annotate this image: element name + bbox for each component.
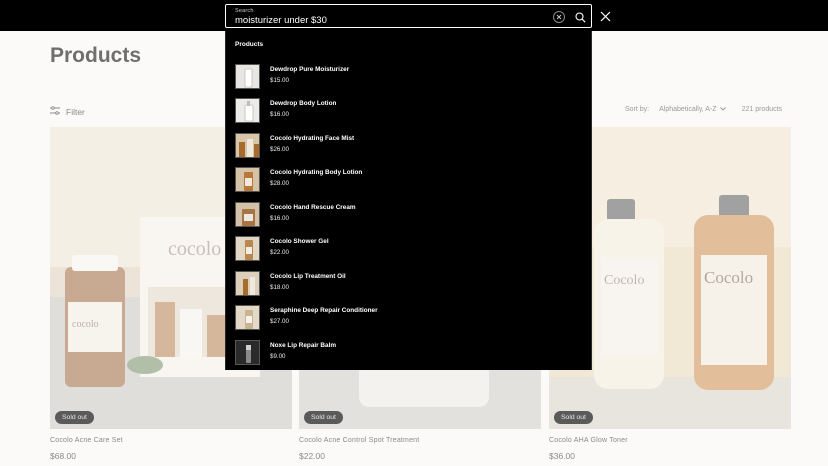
result-price: $26.00: [270, 146, 289, 153]
result-price: $9.00: [270, 353, 286, 360]
result-price: $27.00: [270, 318, 289, 325]
result-thumbnail: [235, 64, 260, 89]
result-item[interactable]: Cocolo Hydrating Body Lotion $28.00: [235, 167, 575, 194]
result-price: $28.00: [270, 180, 289, 187]
product-name[interactable]: Cocolo Acne Control Spot Treatment: [299, 437, 541, 444]
result-item[interactable]: Dewdrop Body Lotion $16.00: [235, 98, 575, 125]
result-item[interactable]: Cocolo Hand Rescue Cream $16.00: [235, 202, 575, 229]
results-heading: Products: [235, 41, 264, 48]
chevron-down-icon[interactable]: [719, 106, 726, 113]
filter-icon: [50, 106, 60, 117]
result-price: $15.00: [270, 77, 289, 84]
result-price: $22.00: [270, 249, 289, 256]
result-item[interactable]: Noxe Lip Repair Balm $9.00: [235, 340, 575, 367]
result-name: Cocolo Hydrating Body Lotion: [270, 169, 363, 176]
result-thumbnail: [235, 305, 260, 330]
result-thumbnail: [235, 236, 260, 261]
result-name: Seraphine Deep Repair Conditioner: [270, 307, 378, 314]
filter-button[interactable]: Filter: [50, 106, 85, 117]
result-thumbnail: [235, 98, 260, 123]
result-item[interactable]: Cocolo Hydrating Face Mist $26.00: [235, 133, 575, 160]
result-item[interactable]: Seraphine Deep Repair Conditioner $27.00: [235, 305, 575, 332]
product-name[interactable]: Cocolo AHA Glow Toner: [549, 437, 791, 444]
search-header: Search: [0, 0, 828, 31]
result-name: Cocolo Hand Rescue Cream: [270, 204, 356, 211]
status-badge: Sold out: [554, 411, 593, 424]
result-item[interactable]: Cocolo Lip Treatment Oil $18.00: [235, 271, 575, 298]
product-count: 221 products: [741, 106, 783, 113]
result-price: $16.00: [270, 111, 289, 118]
page-title: Products: [50, 44, 142, 67]
status-badge: Sold out: [55, 411, 94, 424]
product-name[interactable]: Cocolo Acne Care Set: [50, 437, 292, 444]
search-box[interactable]: Search: [225, 4, 592, 28]
result-name: Dewdrop Pure Moisturizer: [270, 66, 350, 73]
search-input[interactable]: [235, 15, 535, 26]
clear-icon[interactable]: [553, 11, 565, 23]
result-name: Noxe Lip Repair Balm: [270, 342, 337, 349]
result-thumbnail: [235, 202, 260, 227]
search-label: Search: [235, 8, 254, 14]
result-name: Dewdrop Body Lotion: [270, 100, 337, 107]
search-icon[interactable]: [573, 10, 587, 24]
search-results-dropdown: Products Dewdrop Pure Moisturizer $15.00…: [225, 31, 592, 370]
result-thumbnail: [235, 133, 260, 158]
result-thumbnail: [235, 271, 260, 296]
product-price: $22.00: [299, 451, 325, 461]
sort-select[interactable]: Alphabetically, A-Z: [659, 106, 716, 113]
product-price: $68.00: [50, 451, 76, 461]
result-price: $16.00: [270, 215, 289, 222]
result-name: Cocolo Lip Treatment Oil: [270, 273, 346, 280]
result-name: Cocolo Hydrating Face Mist: [270, 135, 355, 142]
result-item[interactable]: Dewdrop Pure Moisturizer $15.00: [235, 64, 575, 91]
close-icon[interactable]: [598, 9, 612, 23]
result-item[interactable]: Cocolo Shower Gel $22.00: [235, 236, 575, 263]
result-price: $18.00: [270, 284, 289, 291]
sort-label: Sort by:: [625, 106, 650, 113]
result-name: Cocolo Shower Gel: [270, 238, 329, 245]
sort-bar: Sort by: Alphabetically, A-Z 221 product…: [625, 106, 782, 113]
status-badge: Sold out: [304, 411, 343, 424]
product-price: $36.00: [549, 451, 575, 461]
filter-label: Filter: [66, 106, 85, 117]
result-thumbnail: [235, 340, 260, 365]
result-thumbnail: [235, 167, 260, 192]
